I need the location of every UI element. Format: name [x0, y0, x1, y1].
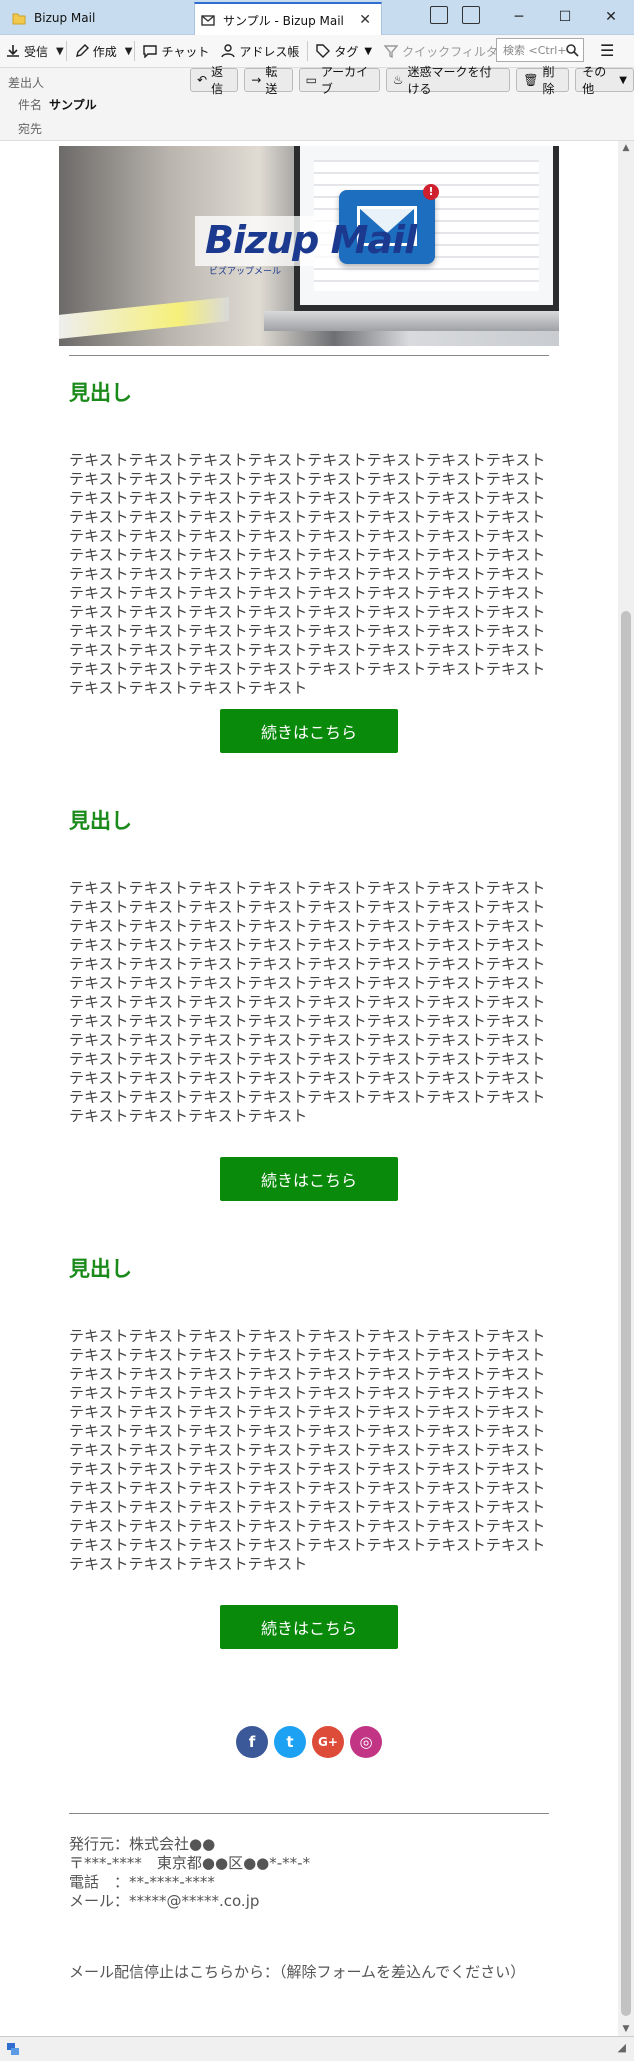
email-text: メール：*****@*****.co.jp [69, 1892, 260, 1910]
envelope-icon [201, 15, 215, 26]
tab-label: サンプル - Bizup Mail [223, 13, 344, 28]
tag-icon [316, 44, 331, 58]
person-icon [221, 44, 236, 58]
address-text: 〒***-**** 東京都●●区●●*-**-* [69, 1854, 311, 1872]
chevron-down-icon: ▼ [619, 74, 627, 86]
banner-image: ! Bizup Mail ビズアップメール [59, 146, 559, 346]
folder-icon [12, 13, 26, 25]
delete-button[interactable]: 🗑 削除 [516, 65, 570, 96]
forward-icon: → [251, 73, 262, 87]
laptop-base-graphic [264, 311, 559, 331]
tab-close-icon[interactable]: ✕ [359, 12, 371, 28]
quick-filter-label: クイックフィルター [402, 44, 510, 59]
address-book-button[interactable]: アドレス帳 [215, 38, 305, 64]
reply-icon: ↶ [197, 73, 208, 87]
calendar-icon[interactable] [430, 6, 448, 24]
reply-button[interactable]: ↶ 返信 [190, 65, 239, 96]
section-heading: 見出し [69, 809, 132, 833]
close-window-button[interactable]: ✕ [588, 0, 634, 34]
resize-grip-icon[interactable]: ◢ [618, 2041, 626, 2054]
search-placeholder: 検索 <Ctrl+ [503, 44, 567, 57]
main-toolbar: 受信 ▼ 作成 ▼ チャット アドレス帳 タグ ▼ クイックフィルター 検索 <… [0, 35, 634, 68]
chevron-down-icon[interactable]: ▼ [125, 46, 133, 57]
tab-sample-message[interactable]: サンプル - Bizup Mail ✕ [194, 2, 382, 36]
tasks-icon[interactable] [462, 6, 480, 24]
subject-value: サンプル [49, 98, 97, 112]
scroll-up-icon[interactable]: ▲ [618, 143, 634, 153]
publisher-text: 発行元：株式会社●● [69, 1835, 216, 1853]
google-plus-icon[interactable]: G+ [312, 1726, 344, 1758]
tag-button[interactable]: タグ ▼ [310, 38, 378, 64]
search-icon [566, 44, 579, 57]
read-more-button[interactable]: 続きはこちら [220, 709, 398, 753]
bizup-mail-logo: Bizup Mail [205, 218, 417, 262]
receive-button[interactable]: 受信 [0, 38, 54, 64]
archive-label: アーカイブ [320, 65, 369, 96]
separator [307, 41, 309, 61]
separator [134, 41, 136, 61]
chevron-down-icon[interactable]: ▼ [56, 46, 64, 57]
archive-icon: ▭ [305, 73, 317, 87]
alert-badge: ! [423, 184, 439, 200]
chat-icon [143, 45, 158, 58]
section-body: テキストテキストテキストテキストテキストテキストテキストテキストテキストテキスト… [69, 1327, 546, 1573]
archive-button[interactable]: ▭ アーカイブ [298, 65, 380, 96]
compose-button[interactable]: 作成 [69, 38, 123, 64]
minimize-button[interactable]: ─ [496, 0, 542, 34]
search-input[interactable]: 検索 <Ctrl+ [496, 38, 584, 62]
maximize-button[interactable]: ☐ [542, 0, 588, 34]
scroll-thumb[interactable] [621, 611, 631, 2016]
trash-icon: 🗑 [523, 73, 539, 87]
separator [65, 41, 67, 61]
chevron-down-icon: ▼ [364, 45, 373, 57]
app-menu-icon[interactable]: ☰ [600, 41, 614, 60]
forward-button[interactable]: → 転送 [244, 65, 293, 96]
status-bar: ◢ [0, 2036, 634, 2061]
vertical-scrollbar[interactable]: ▲ ▼ [618, 141, 634, 2036]
divider [69, 355, 549, 356]
forward-label: 転送 [265, 65, 278, 96]
compose-label: 作成 [92, 44, 117, 59]
download-icon [7, 45, 19, 57]
footer-divider [69, 1813, 549, 1814]
subject-label: 件名 [18, 98, 43, 112]
section-body: テキストテキストテキストテキストテキストテキストテキストテキストテキストテキスト… [69, 451, 546, 697]
online-status-icon[interactable] [6, 2042, 20, 2056]
reply-label: 返信 [211, 65, 224, 96]
read-more-button[interactable]: 続きはこちら [220, 1605, 398, 1649]
scroll-down-icon[interactable]: ▼ [618, 2024, 634, 2034]
junk-icon: ♨ [392, 73, 404, 87]
pencil-icon [75, 44, 89, 57]
section-heading: 見出し [69, 1257, 132, 1281]
unsubscribe-link[interactable]: メール配信停止はこちらから：（解除フォームを差込んでください） [69, 1963, 525, 1982]
facebook-icon[interactable]: f [236, 1726, 268, 1758]
tag-label: タグ [334, 44, 359, 59]
section-body: テキストテキストテキストテキストテキストテキストテキストテキストテキストテキスト… [69, 879, 546, 1125]
from-label: 差出人 [8, 76, 45, 90]
address-book-label: アドレス帳 [239, 44, 300, 59]
filter-icon [384, 45, 399, 58]
delete-label: 削除 [542, 65, 555, 96]
phone-text: 電話 ：**-****-**** [69, 1873, 215, 1891]
to-label: 宛先 [18, 122, 43, 136]
title-bar: Bizup Mail サンプル - Bizup Mail ✕ ─ ☐ ✕ [0, 0, 634, 36]
logo-subtitle: ビズアップメール [209, 267, 282, 277]
message-actions: ↶ 返信 → 転送 ▭ アーカイブ ♨ 迷惑マークを付ける 🗑 削除 その他 ▼ [190, 65, 634, 96]
chat-label: チャット [161, 44, 210, 59]
mark-junk-label: 迷惑マークを付ける [407, 65, 492, 96]
tab-label: Bizup Mail [34, 11, 96, 25]
twitter-icon[interactable]: t [274, 1726, 306, 1758]
message-body: ! Bizup Mail ビズアップメール 見出し テキストテキストテキストテキ… [0, 141, 618, 2036]
read-more-button[interactable]: 続きはこちら [220, 1157, 398, 1201]
more-button[interactable]: その他 ▼ [575, 65, 634, 96]
tab-bizup-mail[interactable]: Bizup Mail [6, 2, 191, 34]
notebook-graphic [59, 297, 229, 339]
more-label: その他 [582, 65, 607, 96]
mark-junk-button[interactable]: ♨ 迷惑マークを付ける [385, 65, 511, 96]
message-header: 差出人 件名 サンプル 宛先 ↶ 返信 → 転送 ▭ アーカイブ ♨ 迷惑マークを付ける… [0, 65, 634, 141]
section-heading: 見出し [69, 381, 132, 405]
receive-label: 受信 [24, 44, 49, 59]
chat-button[interactable]: チャット [137, 38, 215, 64]
instagram-icon[interactable]: ◎ [350, 1726, 382, 1758]
